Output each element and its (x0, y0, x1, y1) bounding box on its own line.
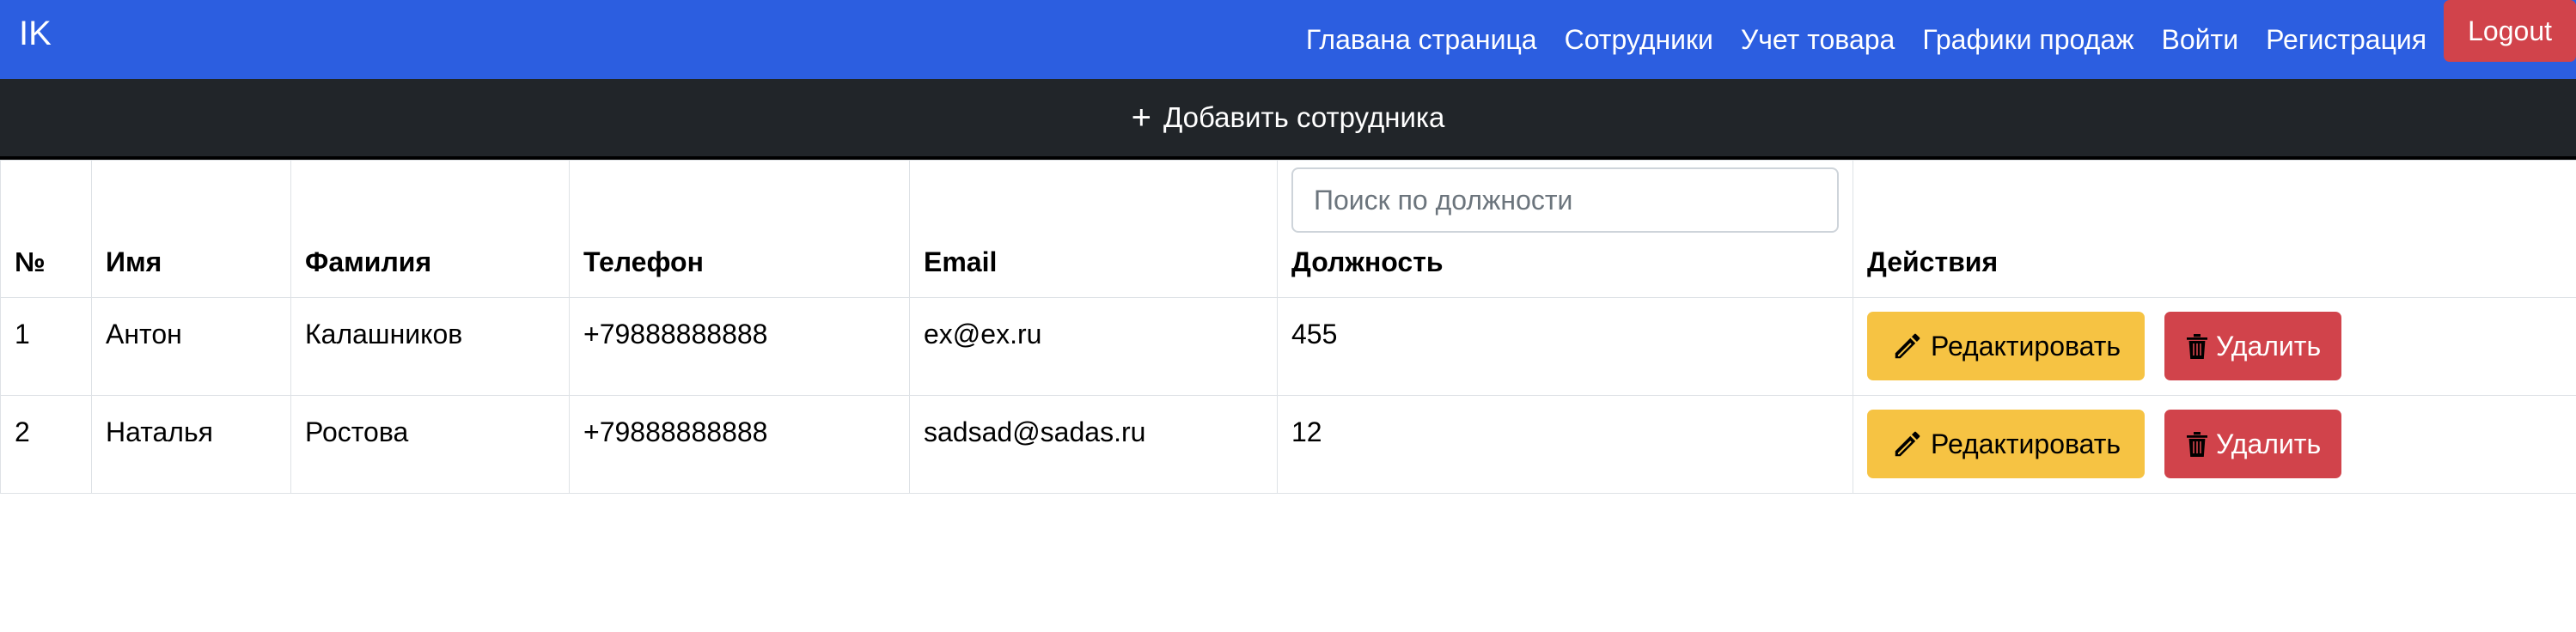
logout-button[interactable]: Logout (2444, 0, 2576, 62)
nav-link-login[interactable]: Войти (2148, 24, 2253, 56)
cell-actions: Редактировать Удалить (1853, 297, 2576, 396)
edit-button[interactable]: Редактировать (1867, 410, 2146, 478)
navbar: IK Главана страница Сотрудники Учет това… (0, 0, 2576, 79)
cell-phone: +79888888888 (569, 297, 910, 396)
delete-button-label: Удалить (2215, 428, 2322, 459)
table-body: 1 Антон Калашников +79888888888 ex@ex.ru… (0, 297, 2576, 494)
cell-number: 1 (0, 297, 92, 396)
trash-icon (2185, 332, 2209, 360)
cell-last-name: Ростова (290, 395, 570, 494)
header-row: № Имя Фамилия Телефон Email Должность Де… (0, 160, 2576, 298)
table-header: № Имя Фамилия Телефон Email Должность Де… (0, 160, 2576, 298)
nav-link-sales-charts[interactable]: Графики продаж (1908, 24, 2147, 56)
column-header-first-name: Имя (91, 160, 291, 298)
delete-button-label: Удалить (2215, 330, 2322, 362)
cell-position: 455 (1277, 297, 1853, 396)
cell-email: sadsad@sadas.ru (909, 395, 1278, 494)
plus-icon: + (1131, 99, 1151, 137)
add-employee-label: Добавить сотрудника (1163, 101, 1445, 133)
delete-button[interactable]: Удалить (2164, 312, 2342, 380)
table-row: 1 Антон Калашников +79888888888 ex@ex.ru… (0, 297, 2576, 396)
column-header-email: Email (909, 160, 1278, 298)
trash-icon (2185, 430, 2209, 458)
cell-position: 12 (1277, 395, 1853, 494)
column-header-phone: Телефон (569, 160, 910, 298)
column-header-actions: Действия (1853, 160, 2576, 298)
add-employee-bar: + Добавить сотрудника (0, 79, 2576, 160)
nav-links: Главана страница Сотрудники Учет товара … (1292, 0, 2576, 79)
edit-button-label: Редактировать (1931, 330, 2121, 362)
nav-link-employees[interactable]: Сотрудники (1551, 24, 1727, 56)
column-header-number: № (0, 160, 92, 298)
add-employee-button[interactable]: + Добавить сотрудника (1132, 100, 1445, 135)
cell-number: 2 (0, 395, 92, 494)
position-search-input[interactable] (1291, 167, 1839, 233)
employees-table: № Имя Фамилия Телефон Email Должность Де… (0, 160, 2576, 494)
delete-button[interactable]: Удалить (2164, 410, 2342, 478)
column-header-position: Должность (1291, 246, 1444, 277)
column-header-last-name: Фамилия (290, 160, 570, 298)
cell-first-name: Наталья (91, 395, 291, 494)
cell-last-name: Калашников (290, 297, 570, 396)
table-row: 2 Наталья Ростова +79888888888 sadsad@sa… (0, 395, 2576, 494)
nav-link-inventory[interactable]: Учет товара (1727, 24, 1908, 56)
cell-first-name: Антон (91, 297, 291, 396)
column-header-position-cell: Должность (1277, 160, 1853, 298)
pencil-icon (1891, 330, 1924, 362)
brand-logo[interactable]: IK (19, 12, 52, 55)
edit-button-label: Редактировать (1931, 428, 2121, 459)
cell-phone: +79888888888 (569, 395, 910, 494)
edit-button[interactable]: Редактировать (1867, 312, 2146, 380)
nav-link-register[interactable]: Регистрация (2252, 24, 2440, 56)
cell-email: ex@ex.ru (909, 297, 1278, 396)
cell-actions: Редактировать Удалить (1853, 395, 2576, 494)
nav-link-home[interactable]: Главана страница (1292, 24, 1551, 56)
pencil-icon (1891, 428, 1924, 460)
